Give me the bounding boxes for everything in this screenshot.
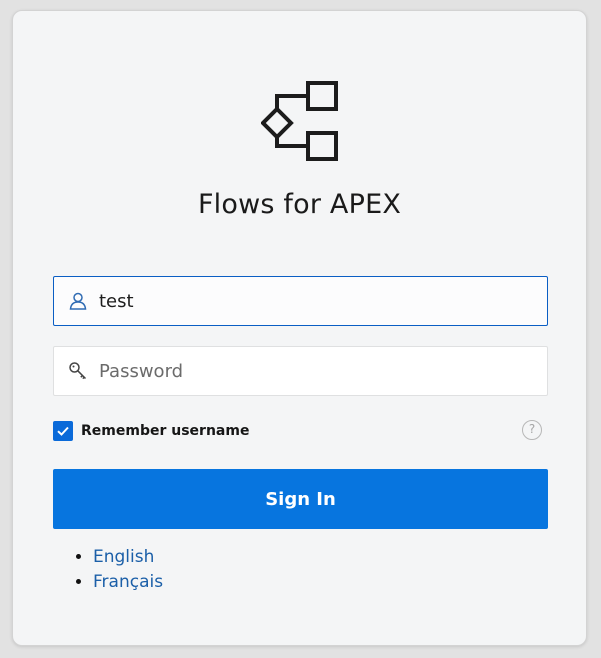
language-link-english[interactable]: English [93,547,154,567]
username-field[interactable] [53,276,548,326]
language-item: English [93,545,163,570]
language-link-francais[interactable]: Français [93,572,163,592]
app-title: Flows for APEX [197,189,402,220]
username-input[interactable] [99,277,529,325]
remember-checkbox[interactable] [53,421,73,441]
key-icon [69,362,87,380]
language-list: English Français [53,545,163,595]
user-icon [69,292,87,310]
help-icon[interactable]: ? [522,420,542,440]
language-item: Français [93,570,163,595]
checkmark-icon [57,426,69,436]
password-field[interactable] [53,346,548,396]
sign-in-button[interactable]: Sign In [53,469,548,529]
password-input[interactable] [99,347,529,395]
remember-label: Remember username [81,423,250,439]
remember-username[interactable]: Remember username [53,421,249,441]
flow-diagram-icon [261,81,338,161]
login-card: Flows for APEX Remember username ? [12,10,587,646]
